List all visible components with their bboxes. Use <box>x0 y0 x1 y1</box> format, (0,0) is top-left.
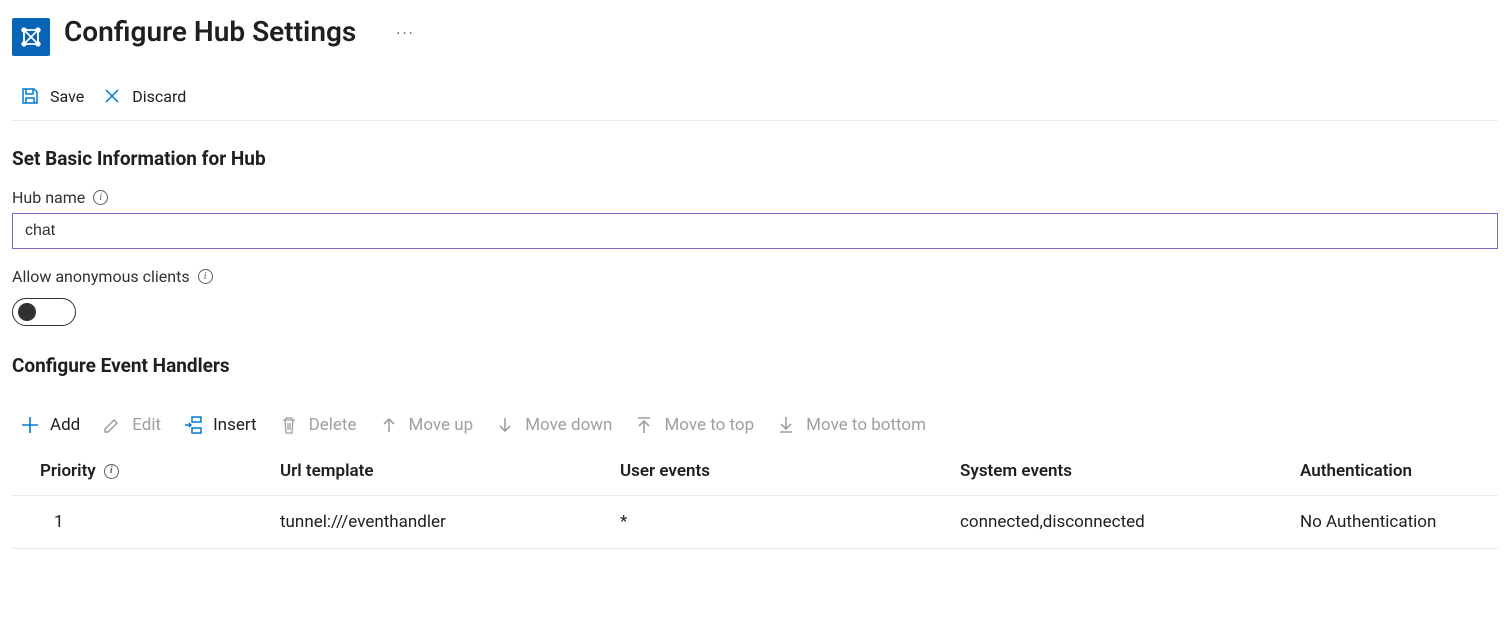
insert-button[interactable]: Insert <box>183 415 257 435</box>
arrow-top-icon <box>634 415 654 435</box>
moveup-label: Move up <box>409 415 474 435</box>
delete-button[interactable]: Delete <box>279 415 357 435</box>
movebottom-label: Move to bottom <box>806 415 926 435</box>
info-icon[interactable]: i <box>198 269 213 284</box>
cell-system: connected,disconnected <box>952 496 1292 549</box>
cell-auth: No Authentication <box>1292 496 1498 549</box>
arrow-up-icon <box>379 415 399 435</box>
cell-url: tunnel:///eventhandler <box>272 496 612 549</box>
basic-info-section: Set Basic Information for Hub Hub name i… <box>12 147 1498 326</box>
movedown-button[interactable]: Move down <box>495 415 612 435</box>
command-bar: Save Discard <box>12 68 1498 121</box>
allow-anon-toggle[interactable] <box>12 298 76 326</box>
pencil-icon <box>102 415 122 435</box>
movetop-label: Move to top <box>664 415 754 435</box>
page-title: Configure Hub Settings <box>64 14 356 50</box>
col-url-label: Url template <box>272 451 612 496</box>
allow-anon-label: Allow anonymous clients <box>12 267 190 286</box>
toggle-knob <box>18 303 36 321</box>
col-priority-label: Priority <box>40 461 96 481</box>
cell-user: * <box>612 496 952 549</box>
insert-label: Insert <box>213 415 257 435</box>
col-system-label: System events <box>952 451 1292 496</box>
save-button[interactable]: Save <box>20 86 84 106</box>
event-handlers-section: Configure Event Handlers Add Edit Insert <box>12 354 1498 549</box>
delete-label: Delete <box>309 415 357 435</box>
plus-icon <box>20 415 40 435</box>
table-header-row: Priority i Url template User events Syst… <box>12 451 1498 496</box>
info-icon[interactable]: i <box>93 190 108 205</box>
handlers-toolbar: Add Edit Insert Delete <box>12 395 1498 451</box>
movetop-button[interactable]: Move to top <box>634 415 754 435</box>
arrow-down-icon <box>495 415 515 435</box>
resource-icon <box>12 18 50 56</box>
arrow-bottom-icon <box>776 415 796 435</box>
allow-anon-label-row: Allow anonymous clients i <box>12 267 1498 286</box>
add-button[interactable]: Add <box>20 415 80 435</box>
discard-label: Discard <box>132 87 186 106</box>
edit-button[interactable]: Edit <box>102 415 161 435</box>
add-label: Add <box>50 415 80 435</box>
movedown-label: Move down <box>525 415 612 435</box>
handlers-section-heading: Configure Event Handlers <box>12 354 1498 377</box>
hubname-input[interactable] <box>12 213 1498 249</box>
trash-icon <box>279 415 299 435</box>
close-icon <box>102 86 122 106</box>
moveup-button[interactable]: Move up <box>379 415 474 435</box>
col-auth-label: Authentication <box>1292 451 1498 496</box>
page-header: Configure Hub Settings ··· <box>12 10 1498 68</box>
save-label: Save <box>50 87 84 106</box>
col-user-label: User events <box>612 451 952 496</box>
edit-label: Edit <box>132 415 161 435</box>
hubname-label-row: Hub name i <box>12 188 1498 207</box>
save-icon <box>20 86 40 106</box>
hubname-label: Hub name <box>12 188 85 207</box>
insert-icon <box>183 415 203 435</box>
basic-section-heading: Set Basic Information for Hub <box>12 147 1498 170</box>
movebottom-button[interactable]: Move to bottom <box>776 415 926 435</box>
event-handlers-table: Priority i Url template User events Syst… <box>12 451 1498 549</box>
cell-priority: 1 <box>12 496 272 549</box>
info-icon[interactable]: i <box>104 464 119 479</box>
more-actions-button[interactable]: ··· <box>370 14 415 43</box>
discard-button[interactable]: Discard <box>102 86 186 106</box>
table-row[interactable]: 1 tunnel:///eventhandler * connected,dis… <box>12 496 1498 549</box>
